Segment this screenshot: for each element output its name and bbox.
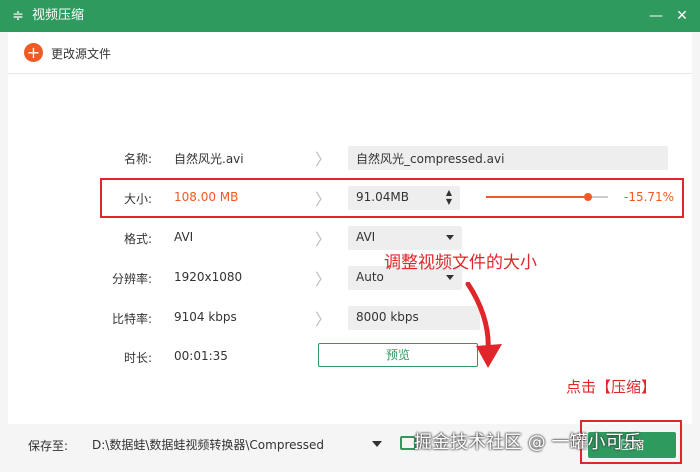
size-ratio: -15.71% [624,190,675,204]
size-label: 大小: [123,192,152,206]
chevron-right-icon: 〉 [315,310,332,329]
stepper-down-icon[interactable]: ▼ [444,197,454,206]
window-title: 视频压缩 [32,8,85,23]
chevron-right-icon: 〉 [315,190,332,209]
output-size-value: 91.04MB [356,190,409,204]
app-logo-icon: ≑ [12,8,24,24]
resolution-select-value: Auto [356,270,384,284]
change-source-button[interactable]: 更改源文件 [51,45,111,62]
chevron-right-icon: 〉 [315,150,332,169]
stepper-up-icon[interactable]: ▲ [444,188,454,197]
format-select[interactable]: AVI [348,226,462,250]
video-compress-window: ≑ 视频压缩 — ✕ + 更改源文件 名称: 自然风光.avi 〉 自然风光_c… [0,0,700,472]
output-size-field[interactable]: 91.04MB ▲ ▼ [348,186,460,210]
path-dropdown-icon[interactable] [372,441,382,447]
size-slider-rest [590,196,608,198]
format-label: 格式: [123,232,152,246]
source-format-value: AVI [174,230,194,244]
source-name-value: 自然风光.avi [174,152,244,166]
duration-label: 时长: [123,351,152,365]
format-select-value: AVI [356,230,376,244]
save-path-field[interactable]: D:\数据蛙\数据蛙视频转换器\Compressed [84,432,384,456]
name-label: 名称: [123,152,152,166]
resolution-label: 分辨率: [111,272,152,286]
title-bar: ≑ 视频压缩 — ✕ [0,0,700,32]
add-icon[interactable]: + [24,43,43,62]
preview-button[interactable]: 预览 [318,343,478,367]
annotation-adjust-size: 调整视频文件的大小 [384,253,537,273]
dropdown-caret-icon [446,275,454,280]
source-bitrate-value: 9104 kbps [174,310,237,324]
annotation-click-compress: 点击【压缩】 [566,378,657,396]
watermark: 掘金技术社区 @ 一罐小可乐 [414,432,642,453]
size-stepper[interactable]: ▲ ▼ [444,188,454,206]
size-slider-fill [486,196,589,198]
chevron-right-icon: 〉 [315,270,332,289]
source-duration-value: 00:01:35 [174,349,228,363]
source-resolution-value: 1920x1080 [174,270,243,284]
bitrate-field[interactable]: 8000 kbps [348,306,480,330]
chevron-right-icon: 〉 [315,230,332,249]
output-name-field[interactable]: 自然风光_compressed.avi [348,146,668,170]
minimize-button[interactable]: — [646,6,666,26]
annotation-arrow-icon [465,282,502,368]
bitrate-label: 比特率: [111,312,152,326]
source-size-value: 108.00 MB [174,190,239,204]
toolbar: + 更改源文件 [8,32,692,74]
save-to-label: 保存至: [28,439,69,453]
close-button[interactable]: ✕ [672,6,692,26]
dropdown-caret-icon [446,235,454,240]
